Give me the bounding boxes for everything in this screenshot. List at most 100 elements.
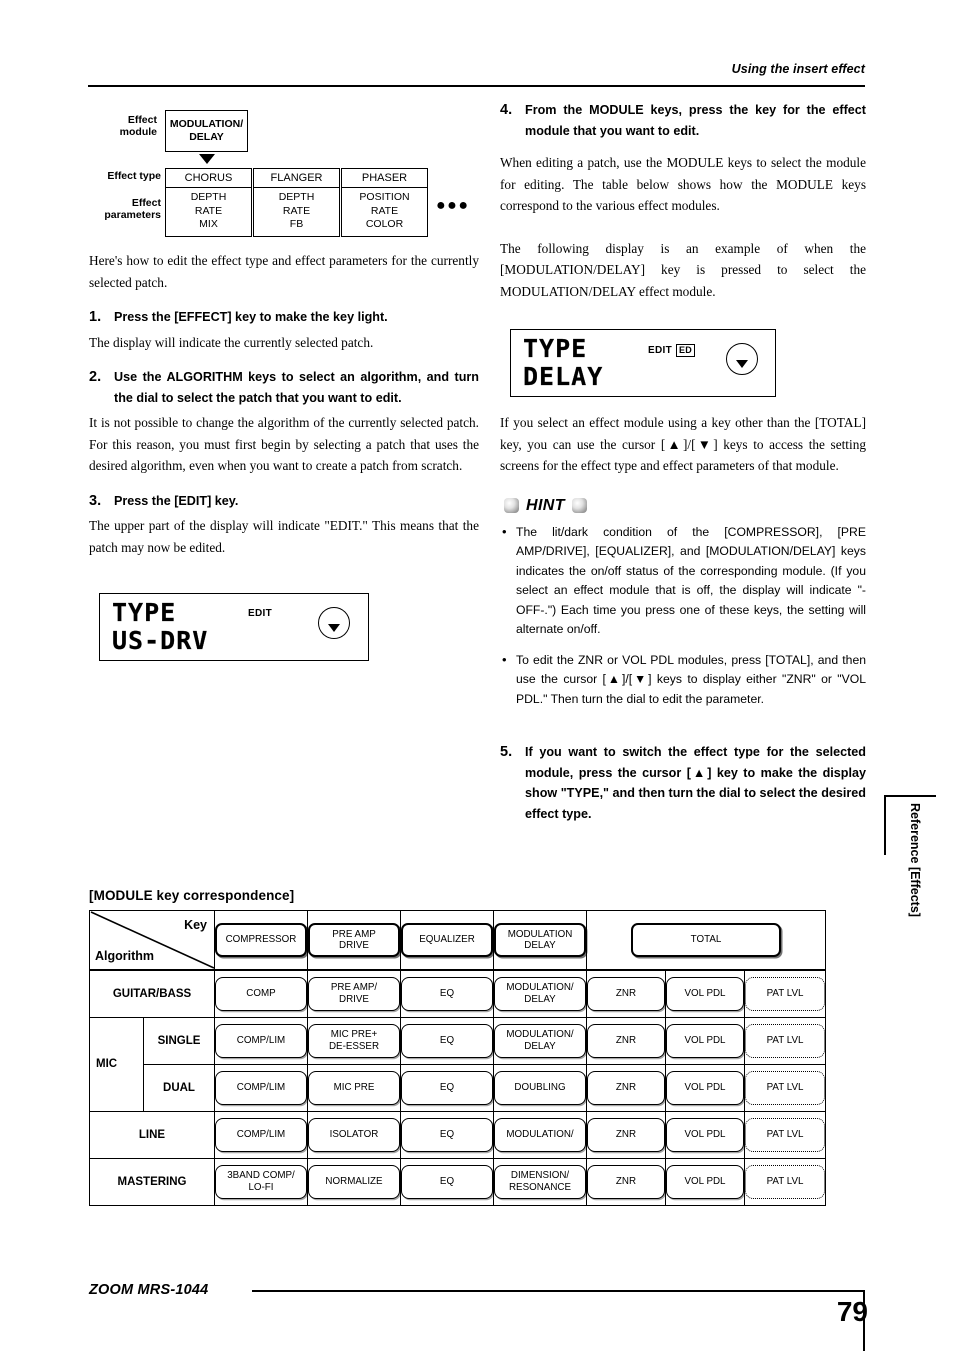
step-5-number: 5.	[500, 744, 513, 760]
chip-line2: DELAY	[524, 993, 556, 1005]
table-cell: COMP	[214, 969, 308, 1018]
lcd-line-1: TYPE	[523, 334, 588, 363]
table-cell: VOL PDL	[665, 969, 745, 1018]
chip-line1: ISOLATOR	[329, 1128, 379, 1140]
table-cell: ZNR	[586, 969, 666, 1018]
chip-line1: DIMENSION/	[510, 1170, 570, 1181]
key-button-pre-amp-drive[interactable]: PRE AMP DRIVE	[308, 923, 400, 957]
left-column: Effect module MODULATION/ DELAY Effect t…	[89, 100, 479, 661]
table-cell: DIMENSION/RESONANCE	[493, 1157, 587, 1206]
diagram-type-params: DEPTH RATE MIX	[166, 188, 251, 236]
hint-title: HINT	[526, 496, 565, 514]
diagram-label-effect-module-line1: Effect	[127, 114, 157, 126]
param: RATE	[194, 204, 223, 217]
diagram-type-params: POSITION RATE COLOR	[342, 188, 427, 236]
table-cell: ZNR	[586, 1110, 666, 1159]
triangle-down-icon	[318, 607, 350, 639]
key-button-modulation-delay[interactable]: MODULATION DELAY	[494, 923, 586, 957]
row-label-guitar-bass: GUITAR/BASS	[89, 969, 215, 1018]
chip-line1: ZNR	[615, 988, 637, 999]
manual-page: Using the insert effect Effect module MO…	[0, 0, 954, 1351]
table-cell: COMP/LIM	[214, 1016, 308, 1065]
key-label-line2: DELAY	[524, 940, 556, 951]
param: FB	[289, 218, 304, 230]
chip-line1: EQ	[439, 988, 455, 999]
chip-line1: PAT LVL	[766, 1081, 804, 1093]
module-chip: COMP/LIM	[215, 1070, 307, 1105]
table-cell: EQ	[400, 1110, 494, 1159]
chip-line1: PAT LVL	[766, 1128, 804, 1140]
chip-line2: DRIVE	[339, 993, 369, 1005]
header-rule	[88, 85, 865, 87]
chip-line1: MIC PRE+	[330, 1029, 378, 1040]
module-chip: ZNR	[587, 1164, 665, 1199]
key-label-line1: TOTAL	[690, 934, 722, 946]
key-label-line1: MODULATION	[507, 928, 573, 940]
module-chip: MIC PRE+ DE-ESSER	[308, 1023, 400, 1058]
diagram-label-effect-module: Effect module	[89, 114, 157, 138]
diagram-module-box-line2: DELAY	[189, 131, 224, 143]
table-header-key-compressor: COMPRESSOR	[214, 910, 308, 971]
step-2-title: Use the ALGORITHM keys to select an algo…	[114, 370, 479, 405]
hint-header: HINT	[504, 497, 866, 515]
hint-item: To edit the ZNR or VOL PDL modules, pres…	[500, 650, 866, 710]
key-label-line1: COMPRESSOR	[225, 934, 297, 946]
table-cell: PAT LVL	[743, 1110, 827, 1159]
table-corner-cell: Key Algorithm	[89, 910, 215, 971]
row-label-dual: DUAL	[143, 1063, 215, 1112]
step-5: 5. If you want to switch the effect type…	[500, 742, 866, 824]
diagram-type-params: DEPTH RATE FB	[254, 188, 339, 236]
step-4-body-1: When editing a patch, use the MODULE key…	[500, 155, 866, 213]
table-cell: VOL PDL	[665, 1016, 745, 1065]
triangle-down-icon	[726, 343, 758, 375]
table-corner-key-label: Key	[184, 918, 207, 932]
chip-line1: NORMALIZE	[325, 1175, 383, 1187]
chip-line1: ZNR	[615, 1128, 637, 1140]
table-cell: MODULATION/DELAY	[493, 969, 587, 1018]
table-row: LINE COMP/LIM ISOLATOR EQ MODULATION/ ZN…	[89, 1110, 827, 1159]
module-chip: NORMALIZE	[308, 1164, 400, 1199]
key-button-total[interactable]: TOTAL	[631, 923, 781, 957]
chip-line1: MODULATION/	[506, 1029, 574, 1040]
diagram-type-box: FLANGER DEPTH RATE FB	[253, 168, 340, 237]
diagram-type-row: CHORUS DEPTH RATE MIX FLANGER DEPTH RATE…	[165, 168, 470, 237]
hint-item: The lit/dark condition of the [COMPRESSO…	[500, 522, 866, 640]
table-cell: VOL PDL	[665, 1063, 745, 1112]
chip-line1: PRE AMP/	[330, 982, 378, 994]
table-header-key-total: TOTAL	[585, 910, 827, 971]
step-1: 1. Press the [EFFECT] key to make the ke…	[89, 307, 479, 328]
side-tab-label: Reference [Effects]	[908, 803, 922, 917]
diagram-module-box-line1: MODULATION/	[169, 118, 244, 130]
table-cell: PAT LVL	[743, 1016, 827, 1065]
module-key-correspondence-section: [MODULE key correspondence] Key Algorith…	[89, 888, 865, 1206]
key-button-compressor[interactable]: COMPRESSOR	[215, 923, 307, 957]
step-4: 4. From the MODULE keys, press the key f…	[500, 100, 866, 141]
diagram-type-name: CHORUS	[166, 169, 251, 188]
module-chip: DIMENSION/RESONANCE	[494, 1164, 586, 1199]
row-label-single: SINGLE	[143, 1016, 215, 1065]
table-cell: COMP/LIM	[214, 1063, 308, 1112]
table-header-key-modulation-delay: MODULATION DELAY	[493, 910, 587, 971]
table-header-row: Key Algorithm COMPRESSOR PRE AMP DRIVE E…	[89, 910, 827, 971]
diagram-label-params-line1: Effect	[131, 197, 161, 209]
ellipsis-icon: ●●●	[436, 197, 470, 214]
module-chip: MODULATION/	[494, 1117, 586, 1152]
module-chip: MIC PRE	[308, 1070, 400, 1105]
chip-line1: EQ	[439, 1081, 455, 1093]
right-column: 4. From the MODULE keys, press the key f…	[500, 100, 866, 828]
effect-structure-diagram: Effect module MODULATION/ DELAY Effect t…	[89, 100, 479, 250]
module-chip: ZNR	[587, 1070, 665, 1105]
table-cell: PAT LVL	[743, 969, 827, 1018]
module-chip: EQ	[401, 1164, 493, 1199]
chip-line1: PAT LVL	[766, 1175, 804, 1187]
hint-bullet-left-icon	[504, 498, 519, 513]
table-cell: COMP/LIM	[214, 1110, 308, 1159]
footer-rule	[252, 1290, 865, 1293]
table-row: MIC SINGLE COMP/LIM MIC PRE+ DE-ESSER EQ …	[89, 1016, 827, 1112]
key-button-equalizer[interactable]: EQUALIZER	[401, 923, 493, 957]
lcd-edit-indicator: EDIT	[248, 608, 272, 619]
lcd-edit-label: EDIT	[248, 608, 272, 619]
lcd-text: TYPE US-DRV	[112, 598, 208, 655]
step-4-body-2: The following display is an example of w…	[500, 240, 866, 299]
module-chip: EQ	[401, 1070, 493, 1105]
